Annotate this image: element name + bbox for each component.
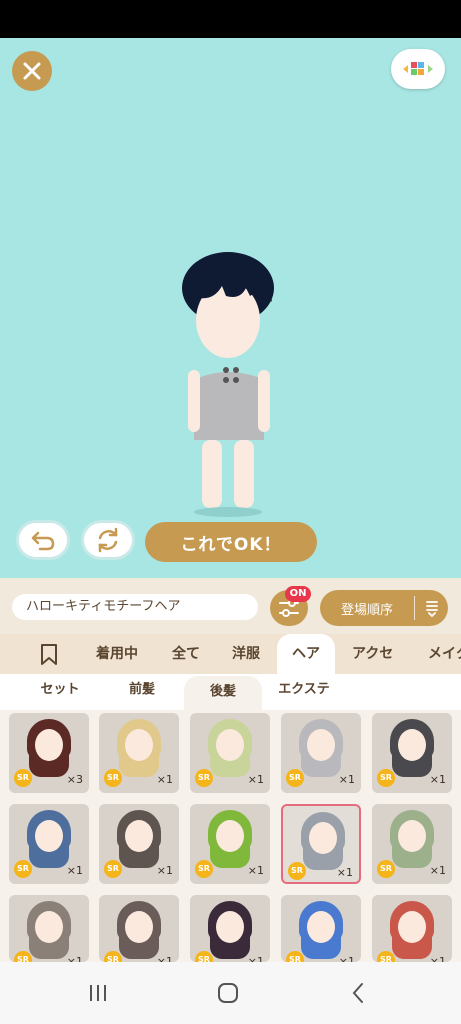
item-count: ×1: [66, 864, 83, 877]
face-preview: [398, 911, 426, 943]
item-count: ×1: [156, 955, 173, 962]
item-count: ×1: [247, 955, 264, 962]
item-name-field[interactable]: ハローキティモチーフヘア: [12, 594, 258, 620]
bookmark-icon: [41, 644, 57, 665]
hair-item-card[interactable]: SR ×1: [190, 713, 270, 793]
back-icon: [352, 983, 363, 1003]
rarity-badge: SR: [377, 860, 395, 878]
home-icon: [218, 983, 238, 1003]
rarity-badge: SR: [288, 862, 306, 880]
hair-item-card[interactable]: SR ×1: [99, 895, 179, 962]
item-count: ×1: [247, 773, 264, 786]
hair-item-card[interactable]: SR ×1: [99, 804, 179, 884]
tab-bookmark[interactable]: [38, 634, 64, 674]
item-count: ×1: [247, 864, 264, 877]
face-preview: [216, 911, 244, 943]
face-preview: [309, 822, 337, 854]
status-bar: [0, 0, 461, 38]
face-preview: [125, 911, 153, 943]
item-count: ×1: [156, 864, 173, 877]
hair-item-card[interactable]: SR ×1: [372, 713, 452, 793]
recent-apps-icon: [90, 985, 106, 1001]
tab-makeup[interactable]: メイク: [428, 634, 461, 674]
recent-apps-button[interactable]: [78, 978, 118, 1008]
rarity-badge: SR: [377, 951, 395, 962]
rarity-badge: SR: [195, 769, 213, 787]
hair-item-card[interactable]: SR ×1: [9, 804, 89, 884]
close-icon: [23, 62, 41, 80]
subtab-bangs[interactable]: 前髪: [102, 674, 182, 706]
face-preview: [125, 820, 153, 852]
filter-on-badge: ON: [285, 586, 311, 602]
undo-icon: [31, 531, 55, 551]
item-count: ×1: [338, 773, 355, 786]
hair-item-card[interactable]: SR ×1: [372, 895, 452, 962]
face-preview: [35, 911, 63, 943]
close-button[interactable]: [12, 51, 52, 91]
subtab-extensions[interactable]: エクステ: [264, 674, 344, 706]
home-button[interactable]: [208, 978, 248, 1008]
rarity-badge: SR: [104, 951, 122, 962]
rarity-badge: SR: [377, 769, 395, 787]
face-preview: [216, 820, 244, 852]
tab-wearing[interactable]: 着用中: [96, 634, 138, 674]
item-count: ×1: [156, 773, 173, 786]
refresh-icon: [98, 527, 118, 553]
hair-item-card[interactable]: SR ×1: [190, 804, 270, 884]
item-count: ×1: [429, 955, 446, 962]
face-preview: [398, 729, 426, 761]
tab-hair[interactable]: ヘア: [277, 634, 335, 674]
hair-item-card[interactable]: SR ×1: [281, 804, 361, 884]
item-count: ×1: [429, 864, 446, 877]
item-count: ×1: [338, 955, 355, 962]
color-palette-icon: [403, 62, 433, 75]
hair-item-card[interactable]: SR ×1: [281, 713, 361, 793]
face-preview: [125, 729, 153, 761]
undo-button[interactable]: [16, 520, 70, 560]
face-preview: [35, 820, 63, 852]
rarity-badge: SR: [286, 769, 304, 787]
tab-accessories[interactable]: アクセ: [352, 634, 393, 674]
rarity-badge: SR: [195, 951, 213, 962]
subtab-set[interactable]: セット: [20, 674, 100, 706]
hair-item-card[interactable]: SR ×1: [99, 713, 179, 793]
item-count: ×3: [66, 773, 83, 786]
sort-label: 登場順序: [340, 602, 393, 618]
item-count: ×1: [66, 955, 83, 962]
face-preview: [307, 911, 335, 943]
tab-clothes[interactable]: 洋服: [232, 634, 260, 674]
ok-button[interactable]: これでOK！: [145, 522, 317, 562]
sort-order-icon[interactable]: [415, 599, 448, 617]
item-count: ×1: [336, 866, 353, 879]
rarity-badge: SR: [14, 769, 32, 787]
tab-all[interactable]: 全て: [172, 634, 200, 674]
face-preview: [398, 820, 426, 852]
rarity-badge: SR: [14, 860, 32, 878]
back-button[interactable]: [338, 978, 378, 1008]
hair-item-card[interactable]: SR ×1: [9, 895, 89, 962]
rarity-badge: SR: [104, 769, 122, 787]
rarity-badge: SR: [195, 860, 213, 878]
face-preview: [307, 729, 335, 761]
refresh-button[interactable]: [81, 520, 135, 560]
hair-item-card[interactable]: SR ×1: [281, 895, 361, 962]
hair-item-card[interactable]: SR ×1: [372, 804, 452, 884]
rarity-badge: SR: [286, 951, 304, 962]
hair-item-card[interactable]: SR ×1: [190, 895, 270, 962]
rarity-badge: SR: [14, 951, 32, 962]
hair-item-card[interactable]: SR ×3: [9, 713, 89, 793]
face-preview: [216, 729, 244, 761]
color-menu-button[interactable]: [391, 49, 445, 89]
sort-button[interactable]: 登場順序: [320, 590, 448, 626]
avatar-preview: [170, 240, 290, 520]
item-count: ×1: [429, 773, 446, 786]
face-preview: [35, 729, 63, 761]
subtab-back-hair[interactable]: 後髪: [184, 676, 262, 710]
rarity-badge: SR: [104, 860, 122, 878]
